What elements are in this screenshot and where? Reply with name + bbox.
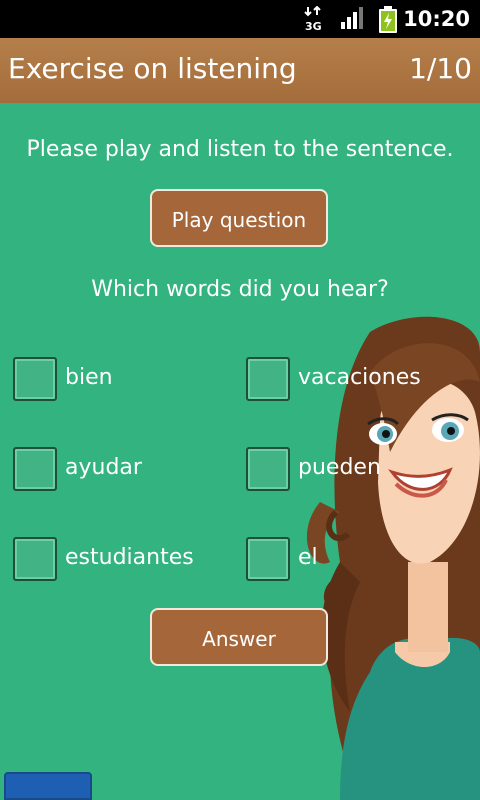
instruction-text: Please play and listen to the sentence. <box>26 137 454 162</box>
checkbox[interactable] <box>13 537 57 581</box>
svg-text:3G: 3G <box>305 20 322 32</box>
clock: 10:20 <box>403 7 470 31</box>
play-question-button[interactable]: Play question <box>150 189 328 247</box>
option-label: vacaciones <box>298 365 421 390</box>
option-label: estudiantes <box>65 545 194 570</box>
option-label: ayudar <box>65 455 142 480</box>
checkbox[interactable] <box>246 357 290 401</box>
checkbox[interactable] <box>246 447 290 491</box>
option-label: el <box>298 545 318 570</box>
answer-button[interactable]: Answer <box>150 608 328 666</box>
battery-icon <box>379 6 397 33</box>
question-counter: 1/10 <box>409 52 472 85</box>
checkbox[interactable] <box>246 537 290 581</box>
checkbox[interactable] <box>13 357 57 401</box>
signal-icon <box>341 7 363 29</box>
page-title: Exercise on listening <box>8 52 297 85</box>
status-bar: 3G 10:20 <box>0 0 480 38</box>
option-label: pueden <box>298 455 381 480</box>
3g-icon: 3G <box>304 6 322 32</box>
title-bar: Exercise on listening 1/10 <box>0 38 480 103</box>
option-label: bien <box>65 365 113 390</box>
question-text: Which words did you hear? <box>91 277 389 302</box>
bottom-banner-tab[interactable] <box>4 772 92 800</box>
checkbox[interactable] <box>13 447 57 491</box>
